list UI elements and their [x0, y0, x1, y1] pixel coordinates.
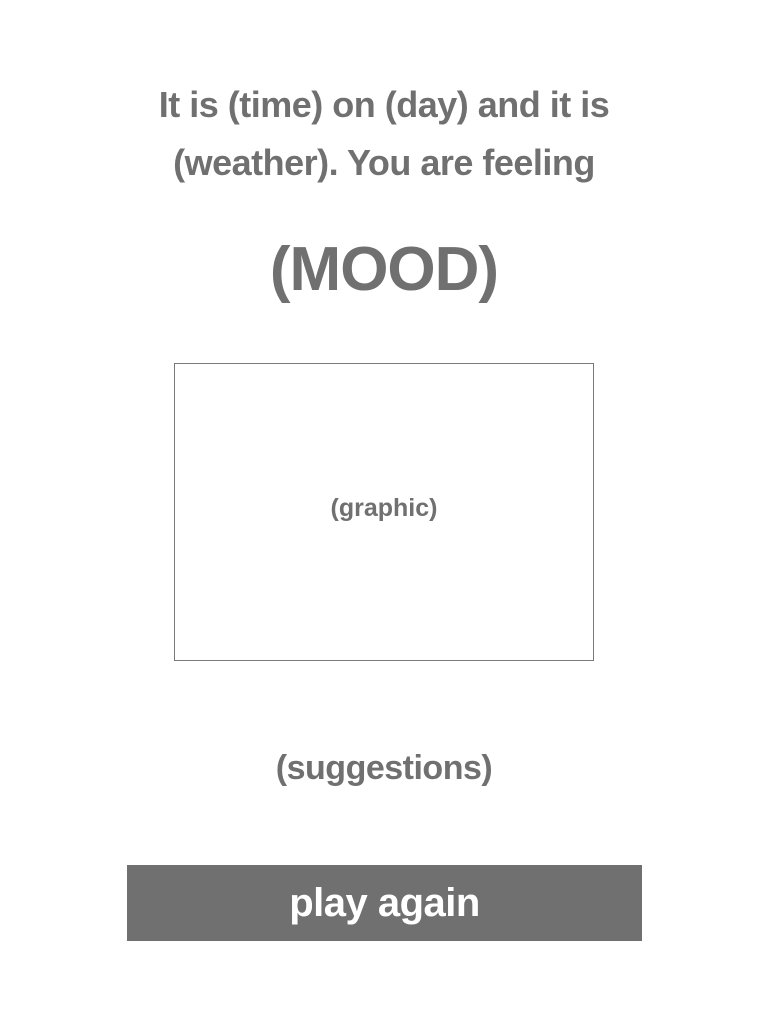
suggestions-text: (suggestions)	[275, 749, 493, 787]
intro-text: It is (time) on (day) and it is (weather…	[0, 76, 768, 192]
graphic-placeholder: (graphic)	[174, 363, 594, 661]
play-again-button[interactable]: play again	[127, 865, 642, 941]
intro-line-1: It is (time) on (day) and it is	[158, 84, 610, 125]
mood-heading: (MOOD)	[269, 235, 499, 304]
intro-line-2: (weather). You are feeling	[173, 142, 595, 183]
graphic-label: (graphic)	[330, 494, 438, 522]
